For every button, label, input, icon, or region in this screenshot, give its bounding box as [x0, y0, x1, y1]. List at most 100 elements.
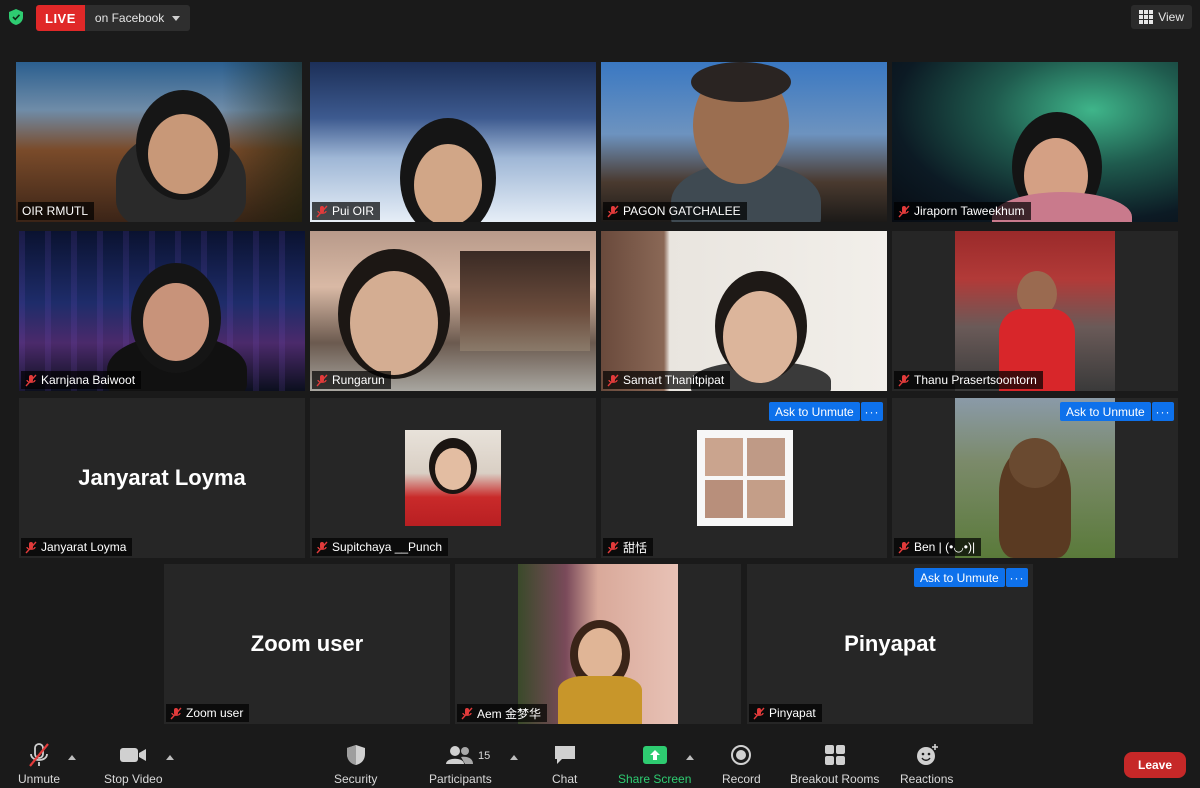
- reactions-button[interactable]: Reactions: [900, 740, 953, 786]
- participant-name-tag: Pui OIR: [312, 202, 381, 220]
- participant-name-tag: 甜恬: [603, 538, 654, 556]
- stop-video-label: Stop Video: [104, 772, 163, 786]
- participant-name: PAGON GATCHALEE: [623, 204, 741, 218]
- chevron-down-icon: [172, 15, 181, 21]
- participant-name: OIR RMUTL: [22, 204, 88, 218]
- unmute-label: Unmute: [18, 772, 61, 786]
- ask-to-unmute-button[interactable]: Ask to Unmute: [769, 402, 860, 421]
- mic-muted-icon: [461, 707, 473, 720]
- ask-to-unmute-button[interactable]: Ask to Unmute: [914, 568, 1005, 587]
- participant-name-tag: Rungarun: [312, 371, 391, 389]
- audio-options-caret-icon[interactable]: [68, 755, 76, 760]
- participant-name: Jiraporn Taweekhum: [914, 204, 1025, 218]
- mic-muted-icon: [898, 541, 910, 554]
- more-options-button[interactable]: ···: [861, 402, 883, 421]
- video-tile-pinyapat[interactable]: Pinyapat Ask to Unmute ··· Pinyapat: [747, 564, 1033, 724]
- video-tile-oir-rmutl[interactable]: OIR RMUTL: [16, 62, 302, 222]
- participants-label: Participants: [429, 772, 492, 786]
- profile-picture: [405, 430, 501, 526]
- video-tile-zoom-user[interactable]: Zoom user Zoom user: [164, 564, 450, 724]
- participant-name-tag: Karnjana Baiwoot: [21, 371, 142, 389]
- share-screen-label: Share Screen: [618, 772, 692, 786]
- security-label: Security: [334, 772, 378, 786]
- stop-video-button[interactable]: Stop Video: [104, 740, 163, 786]
- participant-name: Aem 金梦华: [477, 706, 542, 721]
- participant-name: Supitchaya __Punch: [332, 540, 443, 554]
- participants-count: 15: [478, 750, 491, 762]
- share-options-caret-icon[interactable]: [686, 755, 694, 760]
- record-label: Record: [722, 772, 761, 786]
- participant-name-tag: Jiraporn Taweekhum: [894, 202, 1031, 220]
- record-button[interactable]: Record: [722, 740, 761, 786]
- participant-name-tag: Ben | (•◡•)|: [894, 538, 982, 556]
- live-destination[interactable]: on Facebook: [84, 5, 191, 31]
- breakout-rooms-button[interactable]: Breakout Rooms: [790, 740, 879, 786]
- security-shield-icon[interactable]: [6, 7, 26, 27]
- grid-view-icon: [1139, 10, 1154, 24]
- video-tile-pagon-gatchalee[interactable]: PAGON GATCHALEE: [601, 62, 887, 222]
- participants-icon: [445, 740, 475, 770]
- meeting-toolbar: Unmute Stop Video Security Participants …: [0, 728, 1200, 788]
- view-button[interactable]: View: [1131, 5, 1192, 29]
- chat-button[interactable]: Chat: [552, 740, 577, 786]
- share-screen-icon: [642, 740, 668, 770]
- participant-name-tag: Samart Thanitpipat: [603, 371, 731, 389]
- mic-muted-icon: [607, 541, 619, 554]
- mic-muted-icon: [898, 374, 910, 387]
- mic-muted-icon: [607, 374, 619, 387]
- participant-name-tag: Thanu Prasertsoontorn: [894, 371, 1043, 389]
- live-badge: LIVE: [36, 5, 85, 31]
- participant-name: Karnjana Baiwoot: [41, 373, 136, 387]
- share-screen-button[interactable]: Share Screen: [618, 740, 691, 786]
- video-tile-janyarat-loyma[interactable]: Janyarat Loyma Janyarat Loyma: [19, 398, 305, 558]
- video-tile-thanu-prasertsoontorn[interactable]: Thanu Prasertsoontorn: [892, 231, 1178, 391]
- video-tile-supitchaya-punch[interactable]: Supitchaya __Punch: [310, 398, 596, 558]
- mic-muted-icon: [607, 205, 619, 218]
- live-stream-menu[interactable]: LIVE on Facebook: [36, 5, 191, 31]
- video-camera-icon: [119, 740, 147, 770]
- participant-name: Zoom user: [186, 706, 244, 720]
- video-tile-ben[interactable]: Ask to Unmute ··· Ben | (•◡•)|: [892, 398, 1178, 558]
- participants-button[interactable]: Participants: [429, 740, 492, 786]
- chat-bubble-icon: [553, 740, 577, 770]
- video-tile-aem[interactable]: Aem 金梦华: [455, 564, 741, 724]
- video-tile-samart-thanitpipat[interactable]: Samart Thanitpipat: [601, 231, 887, 391]
- chat-label: Chat: [552, 772, 578, 786]
- participant-name-tag: Supitchaya __Punch: [312, 538, 449, 556]
- ask-to-unmute-button[interactable]: Ask to Unmute: [1060, 402, 1151, 421]
- shield-icon: [346, 740, 366, 770]
- mic-muted-icon: [25, 541, 37, 554]
- video-tile-karnjana-baiwoot[interactable]: Karnjana Baiwoot: [19, 231, 305, 391]
- video-tile-rungarun[interactable]: Rungarun: [310, 231, 596, 391]
- leave-button[interactable]: Leave: [1124, 752, 1186, 778]
- more-options-button[interactable]: ···: [1006, 568, 1028, 587]
- breakout-rooms-icon: [824, 740, 846, 770]
- mic-muted-icon: [316, 541, 328, 554]
- participants-options-caret-icon[interactable]: [510, 755, 518, 760]
- mic-muted-icon: [898, 205, 910, 218]
- breakout-rooms-label: Breakout Rooms: [790, 772, 880, 786]
- participant-name: Ben | (•◡•)|: [914, 540, 976, 554]
- participant-name-tag: Janyarat Loyma: [21, 538, 133, 556]
- security-button[interactable]: Security: [334, 740, 377, 786]
- participant-name: Pui OIR: [332, 204, 375, 218]
- video-options-caret-icon[interactable]: [166, 755, 174, 760]
- smiley-add-icon: [915, 740, 939, 770]
- participant-display-name: Janyarat Loyma: [78, 465, 246, 490]
- participant-name: Pinyapat: [769, 706, 816, 720]
- video-tile-tian-tian[interactable]: Ask to Unmute ··· 甜恬: [601, 398, 887, 558]
- participant-name: Rungarun: [332, 373, 385, 387]
- participant-name: Thanu Prasertsoontorn: [914, 373, 1037, 387]
- more-options-button[interactable]: ···: [1152, 402, 1174, 421]
- video-tile-pui-oir[interactable]: Pui OIR: [310, 62, 596, 222]
- participant-display-name: Pinyapat: [844, 631, 936, 656]
- video-tile-jiraporn-taweekhum[interactable]: Jiraporn Taweekhum: [892, 62, 1178, 222]
- live-destination-label: on Facebook: [94, 11, 165, 25]
- record-icon: [730, 740, 752, 770]
- mic-muted-icon: [753, 707, 765, 720]
- mic-muted-icon: [27, 740, 51, 770]
- mic-muted-icon: [25, 374, 37, 387]
- profile-picture: [697, 430, 793, 526]
- unmute-button[interactable]: Unmute: [18, 740, 60, 786]
- participant-name-tag: Zoom user: [166, 704, 250, 722]
